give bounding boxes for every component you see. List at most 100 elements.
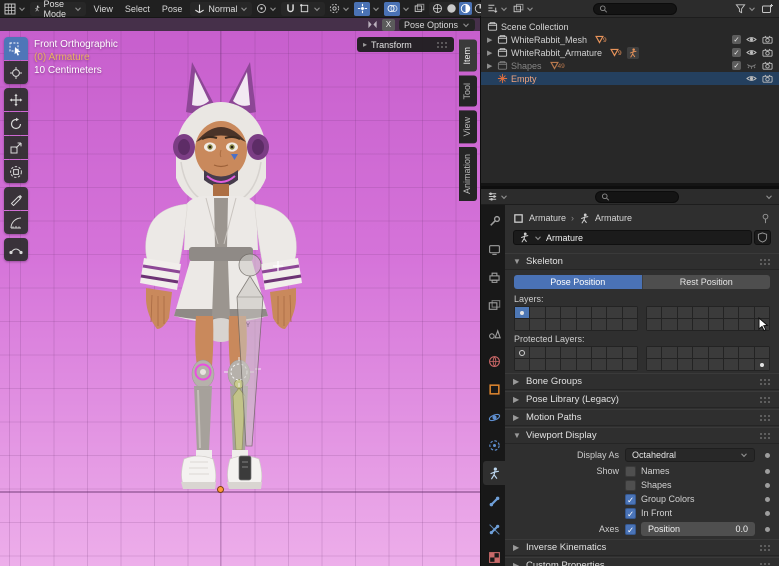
proportional-editing-button[interactable] (329, 3, 350, 14)
tool-annotate[interactable] (4, 187, 28, 210)
eye-icon[interactable] (746, 34, 757, 45)
layer-toggle-cell[interactable] (592, 347, 606, 358)
layer-toggle-cell[interactable] (623, 307, 637, 318)
expander-icon[interactable]: ▶ (487, 36, 494, 44)
layer-toggle-cell[interactable] (709, 359, 723, 370)
layer-toggle-cell[interactable] (709, 319, 723, 330)
tab-texture[interactable] (483, 545, 505, 566)
outliner-search-input[interactable] (611, 4, 671, 14)
layer-toggle-cell[interactable] (662, 307, 676, 318)
panel-grip-icon[interactable] (760, 414, 771, 421)
outliner-row-scene-collection[interactable]: Scene Collection (481, 20, 779, 33)
panel-pose-library[interactable]: ▶ Pose Library (Legacy) (505, 391, 779, 408)
layer-toggle-cell[interactable] (755, 359, 769, 370)
layer-toggle-cell[interactable] (607, 319, 621, 330)
layer-toggle-cell[interactable] (724, 347, 738, 358)
layer-toggle-cell[interactable] (546, 347, 560, 358)
properties-search[interactable] (595, 191, 679, 203)
overlays-toggle[interactable] (384, 2, 410, 16)
pivot-point-button[interactable] (256, 3, 277, 14)
layer-toggle-cell[interactable] (662, 347, 676, 358)
camera-visibility-icon[interactable] (762, 47, 773, 58)
eye-closed-icon[interactable] (746, 60, 757, 71)
layer-toggle-cell[interactable] (561, 307, 575, 318)
exclude-checkbox[interactable] (732, 48, 741, 57)
layer-toggle-cell[interactable] (678, 359, 692, 370)
layer-toggle-cell[interactable] (577, 359, 591, 370)
layer-toggle-cell[interactable] (577, 347, 591, 358)
outliner-row-empty[interactable]: Empty (481, 72, 779, 85)
group-colors-checkbox[interactable] (625, 494, 636, 505)
panel-grip-icon[interactable] (760, 432, 771, 439)
tool-move[interactable] (4, 88, 28, 111)
layer-toggle-cell[interactable] (530, 359, 544, 370)
breadcrumb-data[interactable]: Armature (595, 213, 632, 223)
menu-select[interactable]: Select (121, 4, 154, 14)
panel-grip-icon[interactable] (760, 562, 771, 566)
layer-toggle-cell[interactable] (592, 359, 606, 370)
tab-view[interactable]: View (459, 110, 477, 143)
tab-animation[interactable]: Animation (459, 147, 477, 201)
layer-toggle-cell[interactable] (561, 319, 575, 330)
outliner-filter-button[interactable] (735, 3, 756, 14)
layer-toggle-cell[interactable] (530, 319, 544, 330)
panel-motion-paths[interactable]: ▶ Motion Paths (505, 409, 779, 426)
camera-visibility-icon[interactable] (762, 60, 773, 71)
tab-world[interactable] (483, 349, 505, 373)
breadcrumb-object[interactable]: Armature (529, 213, 566, 223)
layer-toggle-cell[interactable] (577, 319, 591, 330)
layer-toggle-cell[interactable] (607, 359, 621, 370)
tab-bone[interactable] (483, 489, 505, 513)
display-as-dropdown[interactable]: Octahedral (625, 448, 755, 462)
layer-toggle-cell[interactable] (739, 359, 753, 370)
tab-tool[interactable]: Tool (459, 76, 477, 107)
pin-icon[interactable] (760, 213, 771, 224)
layer-toggle-cell[interactable] (739, 307, 753, 318)
animate-decorator[interactable] (765, 483, 770, 488)
names-checkbox[interactable] (625, 466, 636, 477)
tool-transform[interactable] (4, 160, 28, 183)
tab-item[interactable]: Item (459, 40, 477, 72)
menu-pose[interactable]: Pose (158, 4, 187, 14)
layer-toggle-cell[interactable] (709, 307, 723, 318)
layer-toggle-cell[interactable] (515, 359, 529, 370)
layer-toggle-cell[interactable] (755, 347, 769, 358)
axes-checkbox[interactable] (625, 524, 636, 535)
layer-toggle-cell[interactable] (693, 319, 707, 330)
camera-visibility-icon[interactable] (762, 73, 773, 84)
viewport-canvas[interactable]: Y (0, 31, 480, 566)
tool-measure[interactable] (4, 211, 28, 234)
tab-output[interactable] (483, 265, 505, 289)
layer-toggle-cell[interactable] (623, 319, 637, 330)
expander-icon[interactable]: ▶ (487, 62, 494, 70)
outliner-row-whiterabbit-mesh[interactable]: ▶ WhiteRabbit_Mesh 9 (481, 33, 779, 46)
axes-position-slider[interactable]: Position 0.0 (641, 522, 755, 536)
animate-decorator[interactable] (765, 453, 770, 458)
eye-icon[interactable] (746, 47, 757, 58)
layer-toggle-cell[interactable] (592, 307, 606, 318)
tab-view-layer[interactable] (483, 293, 505, 317)
tab-object-data[interactable] (483, 461, 505, 485)
outliner-row-shapes[interactable]: ▶ Shapes 49 (481, 59, 779, 72)
panel-bone-groups[interactable]: ▶ Bone Groups (505, 373, 779, 390)
layer-toggle-cell[interactable] (530, 347, 544, 358)
shading-wireframe-button[interactable] (431, 2, 444, 15)
layer-toggle-cell[interactable] (678, 307, 692, 318)
layer-toggle-cell[interactable] (515, 307, 529, 318)
panel-grip-icon[interactable] (760, 544, 771, 551)
rest-position-button[interactable]: Rest Position (642, 275, 771, 289)
layer-toggle-cell[interactable] (530, 307, 544, 318)
tool-cursor[interactable] (4, 61, 28, 84)
layer-toggle-cell[interactable] (577, 307, 591, 318)
fake-user-button[interactable] (754, 230, 771, 245)
tab-render[interactable] (483, 237, 505, 261)
in-front-checkbox[interactable] (625, 508, 636, 519)
layer-toggle-cell[interactable] (515, 319, 529, 330)
mirror-x-toggle[interactable]: X (382, 19, 395, 31)
transform-panel-header[interactable]: ▸ Transform (357, 37, 454, 52)
layer-toggle-cell[interactable] (693, 347, 707, 358)
pose-position-button[interactable]: Pose Position (514, 275, 642, 289)
tab-scene[interactable] (483, 321, 505, 345)
layer-toggle-cell[interactable] (662, 319, 676, 330)
armature-name-field[interactable]: Armature (513, 230, 752, 245)
